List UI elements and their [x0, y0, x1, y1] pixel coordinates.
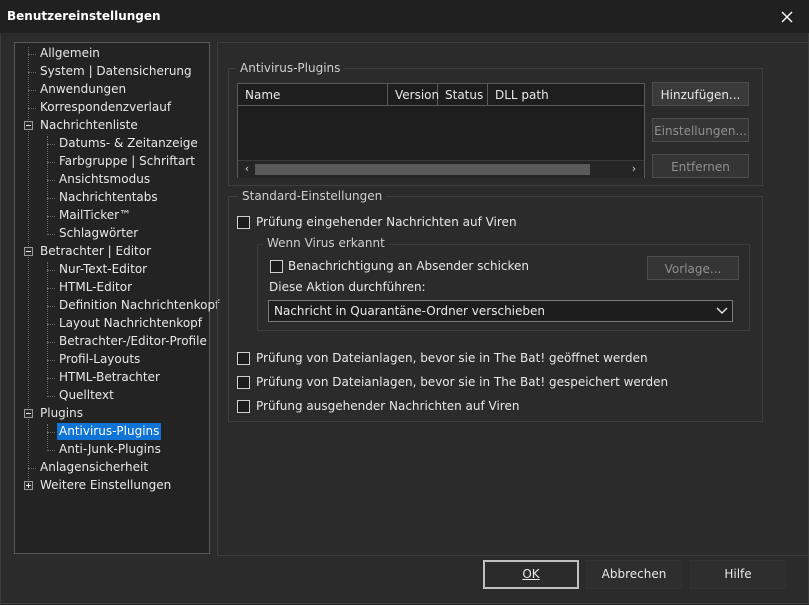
tree-connector	[47, 136, 48, 232]
tree-connector	[28, 468, 36, 469]
tree-connector	[47, 342, 55, 343]
standard-settings-title: Standard-Einstellungen	[238, 189, 387, 203]
window-title: Benutzereinstellungen	[7, 9, 161, 23]
tree-item[interactable]: Farbgruppe | Schriftart	[57, 153, 197, 170]
notify-sender-label[interactable]: Benachrichtigung an Absender schicken	[288, 259, 529, 273]
tree-item[interactable]: Korrespondenzverlauf	[38, 99, 173, 116]
help-button[interactable]: Hilfe	[690, 560, 786, 589]
tree-connector	[47, 198, 55, 199]
action-select[interactable]: Nachricht in Quarantäne-Ordner verschieb…	[268, 300, 733, 322]
tree-item[interactable]: Schlagwörter	[57, 225, 140, 242]
add-plugin-button[interactable]: Hinzufügen...	[652, 82, 749, 106]
scroll-right-icon[interactable]: ›	[627, 162, 641, 176]
notify-sender-checkbox[interactable]	[270, 260, 283, 273]
tree-connector	[28, 47, 29, 488]
tree-connector	[47, 216, 55, 217]
tree-connector	[47, 270, 55, 271]
check-outgoing-checkbox[interactable]	[237, 400, 250, 413]
tree-connector	[47, 324, 55, 325]
tree-connector	[28, 90, 36, 91]
close-button[interactable]	[764, 0, 809, 33]
column-name[interactable]: Name	[238, 84, 388, 106]
tree-item[interactable]: Anwendungen	[38, 81, 128, 98]
tree-connector	[47, 180, 55, 181]
tree-item[interactable]: Betrachter-/Editor-Profile	[57, 333, 209, 350]
ok-button[interactable]: OK	[483, 560, 579, 589]
check-attach-save-checkbox[interactable]	[237, 376, 250, 389]
cancel-label: Abbrechen	[601, 567, 667, 581]
ok-label: OK	[522, 567, 540, 581]
template-button[interactable]: Vorlage...	[647, 256, 739, 280]
tree-connector	[47, 396, 55, 397]
tree-item[interactable]: Anti-Junk-Plugins	[57, 441, 163, 458]
column-status[interactable]: Status	[438, 84, 488, 106]
tree-item[interactable]: Betrachter | Editor	[38, 243, 153, 260]
tree-item[interactable]: Ansichtsmodus	[57, 171, 152, 188]
check-outgoing-label[interactable]: Prüfung ausgehender Nachrichten auf Vire…	[256, 399, 519, 413]
column-dll-path[interactable]: DLL path	[488, 84, 644, 106]
tree-connector	[47, 378, 55, 379]
tree-item[interactable]: MailTicker™	[57, 207, 133, 224]
tree-connector	[28, 72, 36, 73]
remove-plugin-button[interactable]: Entfernen	[652, 154, 749, 178]
tree-item[interactable]: System | Datensicherung	[38, 63, 194, 80]
antivirus-group-title: Antivirus-Plugins	[236, 61, 345, 75]
action-select-value: Nachricht in Quarantäne-Ordner verschieb…	[274, 304, 546, 318]
tree-item[interactable]: HTML-Betrachter	[57, 369, 162, 386]
tree-connector	[47, 360, 55, 361]
plugin-settings-button[interactable]: Einstellungen...	[652, 118, 749, 142]
tree-item[interactable]: Layout Nachrichtenkopf	[57, 315, 204, 332]
template-label: Vorlage...	[664, 262, 722, 276]
tree-connector	[28, 108, 36, 109]
tree-item[interactable]: Definition Nachrichtenkopf	[57, 297, 221, 314]
tree-connector	[47, 234, 55, 235]
tree-connector	[47, 450, 55, 451]
tree-item[interactable]: Nachrichtentabs	[57, 189, 160, 206]
tree-connector	[47, 262, 48, 394]
collapse-icon[interactable]	[24, 121, 33, 130]
tree-item[interactable]: Nur-Text-Editor	[57, 261, 149, 278]
check-attach-open-label[interactable]: Prüfung von Dateianlagen, bevor sie in T…	[256, 351, 648, 365]
expand-icon[interactable]	[24, 481, 33, 490]
scroll-thumb[interactable]	[255, 164, 590, 175]
chevron-down-icon[interactable]	[713, 302, 731, 320]
tree-connector	[47, 432, 55, 433]
action-label: Diese Aktion durchführen:	[269, 280, 426, 294]
tree-item[interactable]: Antivirus-Plugins	[57, 423, 162, 440]
tree-connector	[47, 162, 55, 163]
tree-item[interactable]: Datums- & Zeitanzeige	[57, 135, 200, 152]
check-attach-save-label[interactable]: Prüfung von Dateianlagen, bevor sie in T…	[256, 375, 668, 389]
close-icon	[781, 11, 792, 22]
tree-item[interactable]: Profil-Layouts	[57, 351, 142, 368]
plugin-settings-label: Einstellungen...	[654, 124, 747, 138]
collapse-icon[interactable]	[24, 247, 33, 256]
add-plugin-label: Hinzufügen...	[660, 88, 741, 102]
tree-item[interactable]: HTML-Editor	[57, 279, 134, 296]
collapse-icon[interactable]	[24, 409, 33, 418]
tree-item[interactable]: Weitere Einstellungen	[38, 477, 173, 494]
column-version[interactable]: Version	[388, 84, 439, 106]
tree-connector	[47, 288, 55, 289]
tree-connector	[28, 54, 36, 55]
check-incoming-label[interactable]: Prüfung eingehender Nachrichten auf Vire…	[256, 215, 517, 229]
tree-item[interactable]: Quelltext	[57, 387, 116, 404]
plugin-list[interactable]: Name Version Status DLL path ‹ ›	[237, 83, 645, 178]
scroll-left-icon[interactable]: ‹	[240, 162, 254, 176]
horizontal-scrollbar[interactable]: ‹ ›	[238, 160, 644, 178]
tree-item[interactable]: Allgemein	[38, 45, 102, 62]
remove-plugin-label: Entfernen	[671, 160, 730, 174]
tree-connector	[47, 306, 55, 307]
check-incoming-checkbox[interactable]	[237, 216, 250, 229]
help-label: Hilfe	[724, 567, 752, 581]
tree-connector	[47, 144, 55, 145]
tree-item[interactable]: Anlagensicherheit	[38, 459, 150, 476]
tree-item[interactable]: Nachrichtenliste	[38, 117, 140, 134]
tree-connector	[47, 424, 48, 448]
cancel-button[interactable]: Abbrechen	[586, 560, 682, 589]
virus-found-title: Wenn Virus erkannt	[263, 236, 389, 250]
tree-item[interactable]: Plugins	[38, 405, 85, 422]
check-attach-open-checkbox[interactable]	[237, 352, 250, 365]
